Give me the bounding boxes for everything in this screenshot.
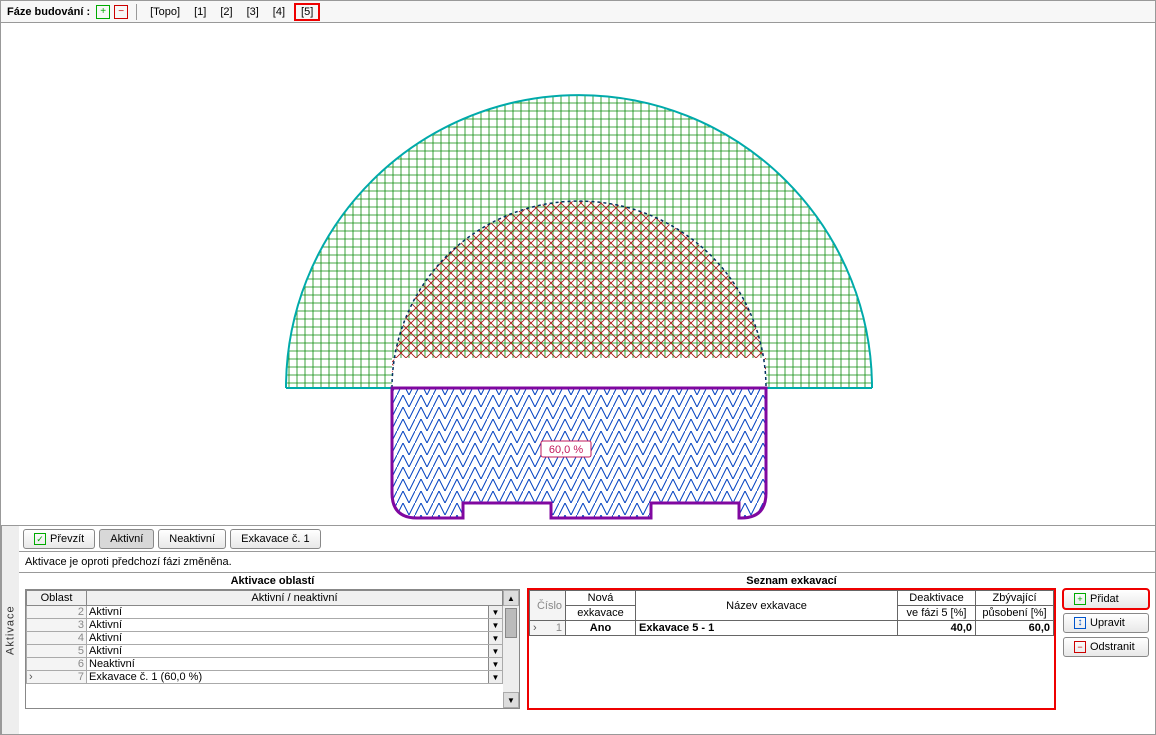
area-row[interactable]: 4Aktivní▼	[27, 632, 503, 645]
phase-tab-5[interactable]: [5]	[294, 3, 320, 21]
svg-text:60,0 %: 60,0 %	[549, 444, 583, 456]
area-row-state[interactable]: Aktivní▼	[87, 619, 503, 632]
areas-title: Aktivace oblastí	[25, 573, 520, 589]
area-row-state[interactable]: Aktivní▼	[87, 632, 503, 645]
area-row-num: 4	[27, 632, 87, 645]
area-row[interactable]: 6Neaktivní▼	[27, 658, 503, 671]
excavations-title: Seznam exkavací	[528, 573, 1055, 589]
chevron-down-icon[interactable]: ▼	[488, 606, 502, 618]
exc-row-new: Ano	[566, 621, 636, 636]
exc-header-deact2: ve fázi 5 [%]	[898, 606, 976, 621]
panel-body: Aktivace oblastí Oblast Aktivní / neakti…	[19, 573, 1155, 734]
phase-tab-3[interactable]: [3]	[242, 5, 264, 19]
phase-add-icon[interactable]: +	[96, 5, 110, 19]
panel-toolbar: ✓ Převzít Aktivní Neaktivní Exkavace č. …	[19, 526, 1155, 552]
exc-row-remain: 60,0	[976, 621, 1054, 636]
areas-group: Aktivace oblastí Oblast Aktivní / neakti…	[25, 573, 520, 728]
chevron-down-icon[interactable]: ▼	[488, 645, 502, 657]
area-row-num: 6	[27, 658, 87, 671]
phase-tab-2[interactable]: [2]	[215, 5, 237, 19]
excavation-button[interactable]: Exkavace č. 1	[230, 529, 320, 549]
exc-header-new1: Nová	[566, 591, 636, 606]
exc-header-new2: exkavace	[566, 606, 636, 621]
area-row-state[interactable]: Aktivní▼	[87, 645, 503, 658]
side-tab-aktivace[interactable]: Aktivace	[1, 526, 19, 734]
viewport[interactable]: 60,0 %	[1, 23, 1155, 526]
phase-tab-topo[interactable]: [Topo]	[145, 5, 185, 19]
area-row[interactable]: 3Aktivní▼	[27, 619, 503, 632]
exc-row-num: 1	[530, 621, 566, 636]
areas-header-num: Oblast	[27, 591, 87, 606]
excavations-group: Seznam exkavací Číslo Nová Název exkavac…	[528, 573, 1055, 728]
action-buttons: + Přidat ↕ Upravit − Odstranit	[1063, 573, 1149, 728]
percent-badge: 60,0 %	[541, 441, 591, 457]
exc-header-deact1: Deaktivace	[898, 591, 976, 606]
remove-button[interactable]: − Odstranit	[1063, 637, 1149, 657]
panel: ✓ Převzít Aktivní Neaktivní Exkavace č. …	[19, 526, 1155, 734]
take-over-icon: ✓	[34, 533, 46, 545]
area-row-state[interactable]: Exkavace č. 1 (60,0 %)▼	[87, 671, 503, 684]
exc-header-rem1: Zbývající	[976, 591, 1054, 606]
plus-icon: +	[1074, 593, 1086, 605]
area-row-num: 7	[27, 671, 87, 684]
area-row-num: 3	[27, 619, 87, 632]
chevron-down-icon[interactable]: ▼	[488, 632, 502, 644]
exc-row-name: Exkavace 5 - 1	[636, 621, 898, 636]
take-over-label: Převzít	[50, 532, 84, 546]
remove-label: Odstranit	[1090, 640, 1135, 654]
phasebar-label: Fáze budování :	[7, 6, 90, 18]
excavations-table: Číslo Nová Název exkavace Deaktivace Zbý…	[529, 590, 1054, 636]
phase-tab-4[interactable]: [4]	[268, 5, 290, 19]
phasebar: Fáze budování : + − [Topo] [1] [2] [3] […	[1, 1, 1155, 23]
areas-table-wrap: Oblast Aktivní / neaktivní 2Aktivní▼3Akt…	[25, 589, 520, 709]
inactive-button[interactable]: Neaktivní	[158, 529, 226, 549]
area-row-state[interactable]: Neaktivní▼	[87, 658, 503, 671]
area-row-state[interactable]: Aktivní▼	[87, 606, 503, 619]
status-message: Aktivace je oproti předchozí fázi změněn…	[19, 552, 1155, 573]
exc-header-num: Číslo	[530, 591, 566, 621]
area-row[interactable]: 5Aktivní▼	[27, 645, 503, 658]
excavation-row[interactable]: 1AnoExkavace 5 - 140,060,0	[530, 621, 1054, 636]
phase-remove-icon[interactable]: −	[114, 5, 128, 19]
areas-table: Oblast Aktivní / neaktivní 2Aktivní▼3Akt…	[26, 590, 503, 708]
scroll-down-icon[interactable]: ▼	[503, 692, 519, 708]
areas-header-state: Aktivní / neaktivní	[87, 591, 503, 606]
bottom-panel: Aktivace ✓ Převzít Aktivní Neaktivní Exk…	[1, 526, 1155, 734]
scroll-up-icon[interactable]: ▲	[503, 590, 519, 606]
take-over-button[interactable]: ✓ Převzít	[23, 529, 95, 549]
exc-header-rem2: působení [%]	[976, 606, 1054, 621]
chevron-down-icon[interactable]: ▼	[488, 658, 502, 670]
app-root: Fáze budování : + − [Topo] [1] [2] [3] […	[0, 0, 1156, 735]
excavations-table-wrap: Číslo Nová Název exkavace Deaktivace Zbý…	[528, 589, 1055, 709]
area-row-num: 5	[27, 645, 87, 658]
chevron-down-icon[interactable]: ▼	[488, 619, 502, 631]
area-row[interactable]: 7Exkavace č. 1 (60,0 %)▼	[27, 671, 503, 684]
edit-label: Upravit	[1090, 616, 1125, 630]
chevron-down-icon[interactable]: ▼	[488, 671, 502, 683]
exc-row-deact: 40,0	[898, 621, 976, 636]
edit-button[interactable]: ↕ Upravit	[1063, 613, 1149, 633]
area-row[interactable]: 2Aktivní▼	[27, 606, 503, 619]
scroll-track[interactable]	[503, 640, 519, 692]
tunnel-diagram: 60,0 %	[1, 23, 1156, 527]
phase-tab-1[interactable]: [1]	[189, 5, 211, 19]
divider	[136, 4, 137, 20]
add-button[interactable]: + Přidat	[1063, 589, 1149, 609]
edit-icon: ↕	[1074, 617, 1086, 629]
active-button[interactable]: Aktivní	[99, 529, 154, 549]
area-row-num: 2	[27, 606, 87, 619]
exc-header-name: Název exkavace	[636, 591, 898, 621]
add-label: Přidat	[1090, 592, 1119, 606]
scroll-thumb[interactable]	[505, 608, 517, 638]
areas-scrollbar[interactable]: ▲ ▼	[503, 590, 519, 708]
minus-icon: −	[1074, 641, 1086, 653]
